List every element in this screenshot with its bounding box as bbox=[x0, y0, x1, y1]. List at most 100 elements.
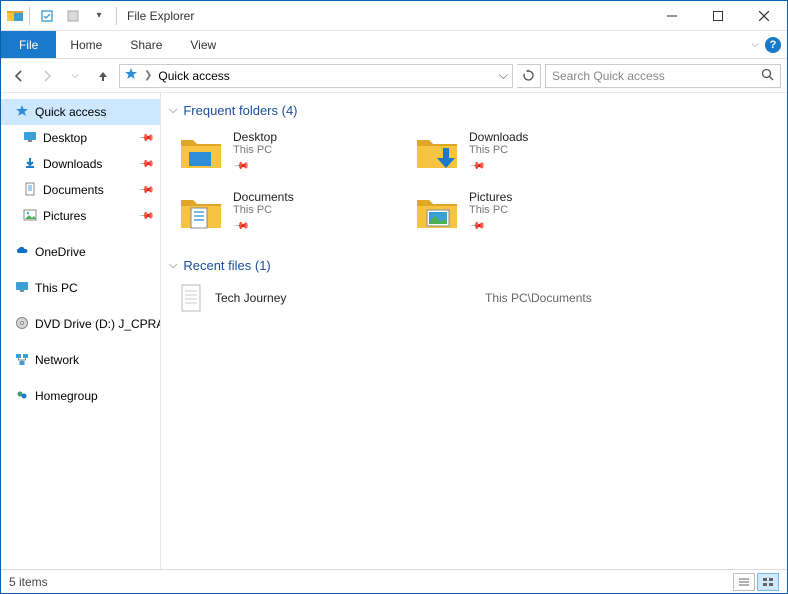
section-title: Recent files (1) bbox=[183, 258, 270, 273]
titlebar: ▾ File Explorer bbox=[1, 1, 787, 31]
help-icon[interactable]: ? bbox=[765, 37, 781, 53]
search-placeholder: Search Quick access bbox=[552, 69, 665, 83]
sidebar-label: DVD Drive (D:) J_CPRA bbox=[35, 317, 161, 331]
this-pc-icon bbox=[15, 280, 29, 297]
chevron-down-icon: ⌵ bbox=[169, 104, 177, 117]
sidebar-item-quick-access[interactable]: Quick access bbox=[1, 99, 160, 125]
view-details-button[interactable] bbox=[733, 573, 755, 591]
sidebar-item-network[interactable]: Network bbox=[1, 347, 160, 373]
folder-pictures[interactable]: Pictures This PC 📌 bbox=[415, 188, 647, 236]
section-frequent-folders[interactable]: ⌵ Frequent folders (4) bbox=[169, 103, 779, 118]
status-item-count: 5 items bbox=[9, 575, 48, 589]
sidebar-item-desktop[interactable]: Desktop 📌 bbox=[1, 125, 160, 151]
sidebar-label: Documents bbox=[43, 183, 104, 197]
folder-icon bbox=[179, 132, 223, 172]
body: Quick access Desktop 📌 Downloads 📌 Docum… bbox=[1, 93, 787, 569]
sidebar-item-dvd-drive[interactable]: DVD Drive (D:) J_CPRA bbox=[1, 311, 160, 337]
recent-file-item[interactable]: Tech Journey This PC\Documents bbox=[179, 283, 779, 313]
pin-icon: 📌 bbox=[233, 218, 250, 235]
navigation-pane: Quick access Desktop 📌 Downloads 📌 Docum… bbox=[1, 93, 161, 569]
pin-icon: 📌 bbox=[137, 182, 154, 199]
pin-icon: 📌 bbox=[137, 208, 154, 225]
pin-icon: 📌 bbox=[469, 158, 486, 175]
sidebar-label: Downloads bbox=[43, 157, 102, 171]
quick-access-toolbar: ▾ bbox=[1, 5, 119, 27]
back-button[interactable] bbox=[7, 64, 31, 88]
sidebar-label: Homegroup bbox=[35, 389, 98, 403]
desktop-icon bbox=[23, 130, 37, 147]
section-title: Frequent folders (4) bbox=[183, 103, 297, 118]
pictures-icon bbox=[23, 208, 37, 225]
folder-name: Downloads bbox=[469, 130, 528, 144]
folder-icon bbox=[415, 192, 459, 232]
sidebar-item-downloads[interactable]: Downloads 📌 bbox=[1, 151, 160, 177]
address-dropdown-icon[interactable]: ⌵ bbox=[499, 68, 508, 83]
ribbon-expand-icon[interactable]: ⌵ bbox=[751, 39, 759, 50]
documents-icon bbox=[23, 182, 37, 199]
close-button[interactable] bbox=[741, 1, 787, 31]
tab-share[interactable]: Share bbox=[116, 31, 176, 58]
homegroup-icon bbox=[15, 388, 29, 405]
breadcrumb-current[interactable]: Quick access bbox=[158, 69, 229, 83]
sidebar-label: Quick access bbox=[35, 105, 106, 119]
sidebar-item-pictures[interactable]: Pictures 📌 bbox=[1, 203, 160, 229]
view-large-icons-button[interactable] bbox=[757, 573, 779, 591]
folder-name: Pictures bbox=[469, 190, 512, 204]
pin-icon: 📌 bbox=[137, 156, 154, 173]
file-tab[interactable]: File bbox=[1, 31, 56, 58]
folder-downloads[interactable]: Downloads This PC 📌 bbox=[415, 128, 647, 176]
status-bar: 5 items bbox=[1, 569, 787, 593]
search-icon[interactable] bbox=[761, 68, 774, 84]
folder-icon bbox=[415, 132, 459, 172]
quick-access-star-icon bbox=[124, 67, 138, 84]
pin-icon: 📌 bbox=[469, 218, 486, 235]
sidebar-label: Desktop bbox=[43, 131, 87, 145]
folder-location: This PC bbox=[469, 144, 508, 156]
document-icon bbox=[179, 283, 205, 313]
pin-icon: 📌 bbox=[233, 158, 250, 175]
downloads-icon bbox=[23, 156, 37, 173]
qat-properties-icon[interactable] bbox=[36, 5, 58, 27]
qat-newfolder-icon[interactable] bbox=[62, 5, 84, 27]
navigation-bar: ⌵ ❯ Quick access ⌵ Search Quick access bbox=[1, 59, 787, 93]
star-icon bbox=[15, 104, 29, 121]
breadcrumb-chevron-icon[interactable]: ❯ bbox=[144, 70, 152, 81]
recent-file-name: Tech Journey bbox=[215, 291, 475, 305]
address-bar[interactable]: ❯ Quick access ⌵ bbox=[119, 64, 513, 88]
folder-location: This PC bbox=[469, 204, 508, 216]
recent-dropdown[interactable]: ⌵ bbox=[63, 64, 87, 88]
up-button[interactable] bbox=[91, 64, 115, 88]
sidebar-item-documents[interactable]: Documents 📌 bbox=[1, 177, 160, 203]
sidebar-label: This PC bbox=[35, 281, 78, 295]
sidebar-item-homegroup[interactable]: Homegroup bbox=[1, 383, 160, 409]
folder-icon bbox=[179, 192, 223, 232]
dvd-icon bbox=[15, 316, 29, 333]
sidebar-label: OneDrive bbox=[35, 245, 86, 259]
maximize-button[interactable] bbox=[695, 1, 741, 31]
pin-icon: 📌 bbox=[137, 130, 154, 147]
onedrive-icon bbox=[15, 244, 29, 261]
content-pane: ⌵ Frequent folders (4) Desktop This PC 📌 bbox=[161, 93, 787, 569]
search-input[interactable]: Search Quick access bbox=[545, 64, 781, 88]
folder-location: This PC bbox=[233, 144, 272, 156]
recent-file-location: This PC\Documents bbox=[485, 291, 592, 305]
folder-name: Desktop bbox=[233, 130, 277, 144]
refresh-button[interactable] bbox=[517, 64, 541, 88]
tab-home[interactable]: Home bbox=[56, 31, 116, 58]
network-icon bbox=[15, 352, 29, 369]
folder-location: This PC bbox=[233, 204, 272, 216]
sidebar-label: Network bbox=[35, 353, 79, 367]
forward-button[interactable] bbox=[35, 64, 59, 88]
folder-name: Documents bbox=[233, 190, 294, 204]
window-title: File Explorer bbox=[127, 9, 194, 23]
section-recent-files[interactable]: ⌵ Recent files (1) bbox=[169, 258, 779, 273]
folder-desktop[interactable]: Desktop This PC 📌 bbox=[179, 128, 411, 176]
minimize-button[interactable] bbox=[649, 1, 695, 31]
sidebar-label: Pictures bbox=[43, 209, 86, 223]
sidebar-item-onedrive[interactable]: OneDrive bbox=[1, 239, 160, 265]
qat-customize-dropdown[interactable]: ▾ bbox=[88, 5, 110, 27]
tab-view[interactable]: View bbox=[176, 31, 230, 58]
folder-documents[interactable]: Documents This PC 📌 bbox=[179, 188, 411, 236]
sidebar-item-this-pc[interactable]: This PC bbox=[1, 275, 160, 301]
ribbon-tabs: File Home Share View ⌵ ? bbox=[1, 31, 787, 59]
